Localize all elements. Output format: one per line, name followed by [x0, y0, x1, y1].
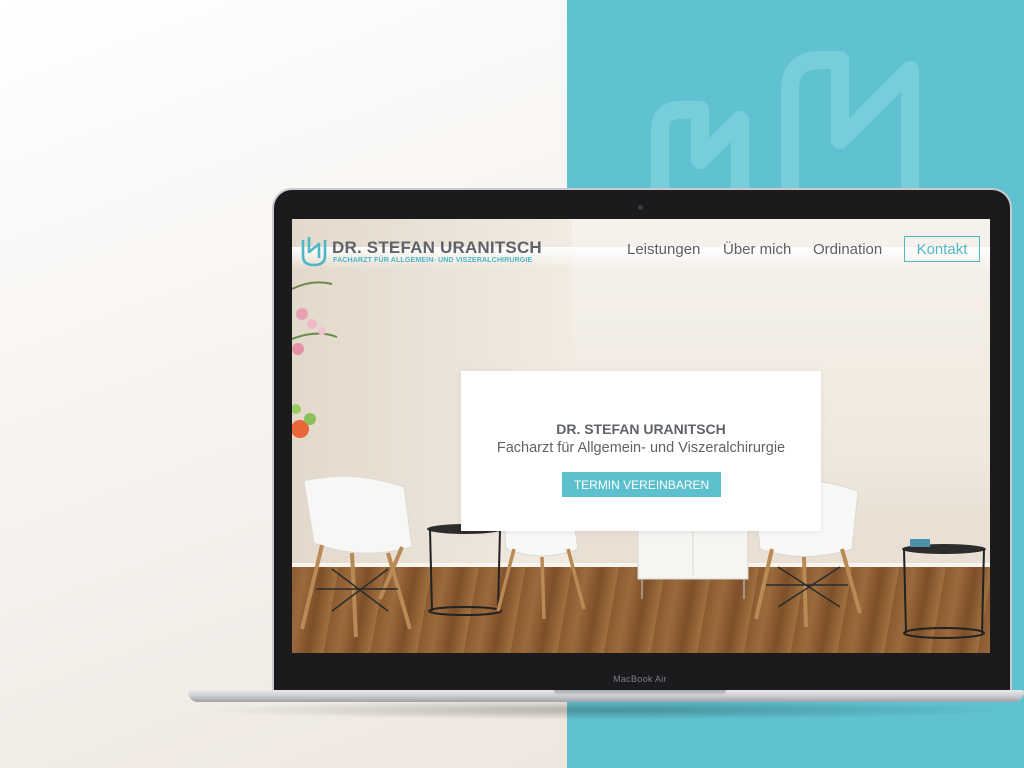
- brand-tagline: FACHARZT FÜR ALLGEMEIN- UND VISZERALCHIR…: [333, 256, 533, 264]
- contact-button[interactable]: Kontakt: [904, 236, 980, 262]
- su-monogram-icon[interactable]: [300, 234, 328, 268]
- device-label: MacBook Air: [613, 674, 667, 684]
- camera-icon: [638, 205, 643, 210]
- laptop-shadow: [200, 700, 1024, 720]
- book-appointment-button[interactable]: TERMIN VEREINBAREN: [562, 472, 721, 497]
- website-screen: DR. STEFAN URANITSCH FACHARZT FÜR ALLGEM…: [292, 219, 990, 653]
- flower-branch-decoration: [292, 281, 338, 438]
- side-table-left: [427, 524, 503, 616]
- nav-item-ordination[interactable]: Ordination: [813, 241, 882, 258]
- hero-card: DR. STEFAN URANITSCH Facharzt für Allgem…: [461, 371, 821, 531]
- site-header: DR. STEFAN URANITSCH FACHARZT FÜR ALLGEM…: [292, 219, 990, 279]
- chair-left: [300, 475, 413, 638]
- hero-subtitle: Facharzt für Allgemein- und Viszeralchir…: [496, 440, 786, 456]
- background-monogram-watermark: [651, 51, 919, 190]
- laptop-base-notch: [554, 690, 726, 696]
- nav-item-leistungen[interactable]: Leistungen: [627, 241, 700, 258]
- brand-name[interactable]: DR. STEFAN URANITSCH: [332, 238, 542, 258]
- side-table-right: [902, 539, 986, 639]
- hero-title: DR. STEFAN URANITSCH: [556, 421, 726, 437]
- nav-item-ueber-mich[interactable]: Über mich: [723, 241, 791, 258]
